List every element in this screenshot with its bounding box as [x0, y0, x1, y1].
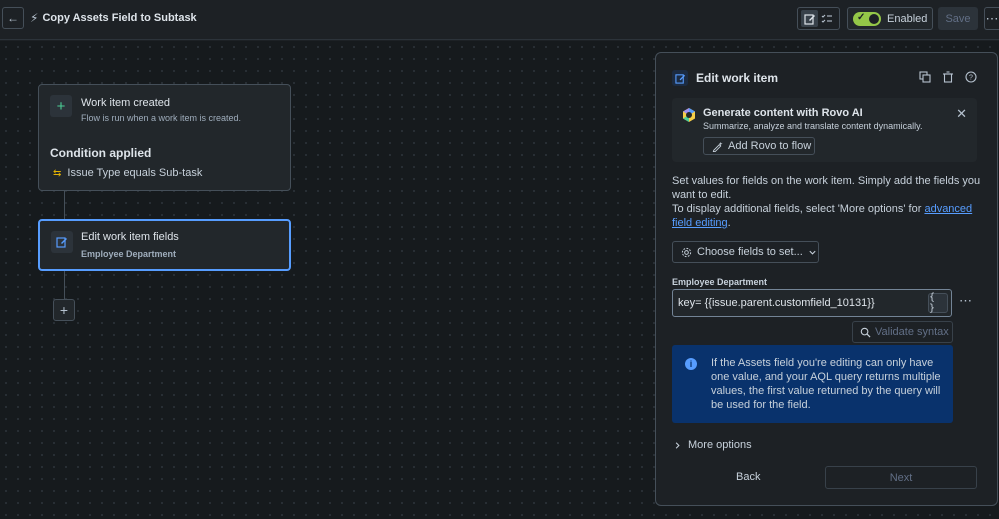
connector-line	[64, 271, 65, 299]
search-icon	[860, 327, 871, 338]
choose-fields-dropdown[interactable]: Choose fields to set...	[672, 241, 819, 263]
view-toggle	[797, 7, 840, 30]
enabled-label: Enabled	[887, 12, 928, 25]
rovo-logo-icon	[683, 108, 695, 122]
rovo-subtitle: Summarize, analyze and translate content…	[703, 121, 923, 131]
action-subtitle: Employee Department	[81, 249, 177, 259]
edit-icon	[56, 237, 67, 248]
employee-department-input[interactable]: key= {{issue.parent.customfield_10131}} …	[672, 289, 952, 317]
info-icon: i	[685, 358, 697, 370]
trigger-subtitle: Flow is run when a work item is created.	[81, 113, 242, 123]
help-icon[interactable]: ?	[964, 70, 977, 83]
edit-icon-box	[672, 70, 688, 86]
edit-view-button[interactable]	[801, 10, 819, 27]
panel-header-actions: ?	[918, 70, 977, 83]
more-options-toggle[interactable]: More options	[673, 439, 752, 451]
panel-description: Set values for fields on the work item. …	[672, 174, 982, 230]
edit-panel: Edit work item ? Generate content with R…	[655, 52, 998, 506]
action-icon-box	[51, 231, 73, 253]
flow-title-wrap: ⚡︎ Copy Assets Field to Subtask	[30, 11, 197, 25]
page-title: Copy Assets Field to Subtask	[42, 12, 197, 24]
enabled-toggle[interactable]: ✓ Enabled	[847, 7, 933, 30]
back-button[interactable]: ←	[2, 7, 24, 29]
edit-icon	[674, 73, 685, 84]
validate-label: Validate syntax	[875, 326, 949, 338]
smart-value-button[interactable]: { }	[928, 292, 948, 314]
swap-arrows-icon: ⇆	[53, 167, 62, 179]
rovo-title: Generate content with Rovo AI	[703, 107, 863, 119]
pencil-square-icon	[804, 13, 815, 25]
check-icon: ✓	[857, 11, 866, 23]
chevron-right-icon	[675, 441, 680, 449]
info-text: If the Assets field you're editing can o…	[711, 357, 941, 411]
back-button[interactable]: Back	[736, 471, 760, 483]
desc-suffix: .	[727, 217, 731, 229]
trigger-icon-box: +	[50, 95, 72, 117]
info-message: i If the Assets field you're editing can…	[672, 345, 953, 423]
condition-row[interactable]: ⇆ Issue Type equals Sub-task	[53, 167, 202, 179]
gear-icon	[681, 247, 692, 257]
add-rovo-label: Add Rovo to flow	[728, 140, 812, 152]
top-bar: ← ⚡︎ Copy Assets Field to Subtask ✓ Enab…	[0, 0, 999, 40]
condition-text: Issue Type equals Sub-task	[67, 167, 203, 179]
action-node[interactable]: Edit work item fields Employee Departmen…	[38, 219, 291, 271]
field-value: key= {{issue.parent.customfield_10131}}	[678, 297, 875, 309]
trigger-condition-card[interactable]: + Work item created Flow is run when a w…	[38, 84, 291, 191]
validate-syntax-button[interactable]: Validate syntax	[852, 321, 953, 343]
list-view-button[interactable]	[819, 10, 836, 27]
lightning-icon: ⚡︎	[30, 11, 39, 25]
add-step-button[interactable]: +	[53, 299, 75, 321]
field-label: Employee Department	[672, 277, 768, 287]
field-more-icon[interactable]: ⋯	[959, 293, 972, 309]
toggle-switch[interactable]: ✓	[853, 11, 881, 26]
more-actions-icon[interactable]: ⋯	[984, 7, 999, 30]
trigger-title: Work item created	[81, 97, 171, 109]
pen-sparkle-icon	[712, 141, 723, 152]
chevron-down-icon	[809, 250, 816, 255]
panel-header: Edit work item	[672, 70, 778, 86]
plus-icon: +	[59, 302, 69, 318]
checklist-icon	[821, 14, 833, 23]
choose-fields-label: Choose fields to set...	[697, 246, 803, 258]
save-button[interactable]: Save	[938, 7, 978, 30]
plus-icon: +	[56, 97, 66, 115]
desc-line-1: Set values for fields on the work item. …	[672, 175, 981, 201]
close-icon[interactable]: ✕	[956, 106, 967, 122]
trigger-node[interactable]: + Work item created Flow is run when a w…	[50, 95, 241, 123]
connector-line	[64, 191, 65, 219]
trash-icon[interactable]	[941, 70, 954, 83]
desc-line-2: To display additional fields, select 'Mo…	[672, 203, 925, 215]
rovo-promo: Generate content with Rovo AI Summarize,…	[672, 98, 977, 162]
action-title: Edit work item fields	[81, 231, 179, 243]
more-options-label: More options	[688, 439, 752, 451]
svg-text:?: ?	[969, 74, 973, 81]
arrow-left-icon: ←	[7, 11, 19, 25]
condition-title: Condition applied	[50, 146, 152, 160]
add-rovo-button[interactable]: Add Rovo to flow	[703, 137, 815, 155]
next-button[interactable]: Next	[825, 466, 977, 489]
duplicate-icon[interactable]	[918, 70, 931, 83]
panel-title: Edit work item	[696, 71, 779, 85]
